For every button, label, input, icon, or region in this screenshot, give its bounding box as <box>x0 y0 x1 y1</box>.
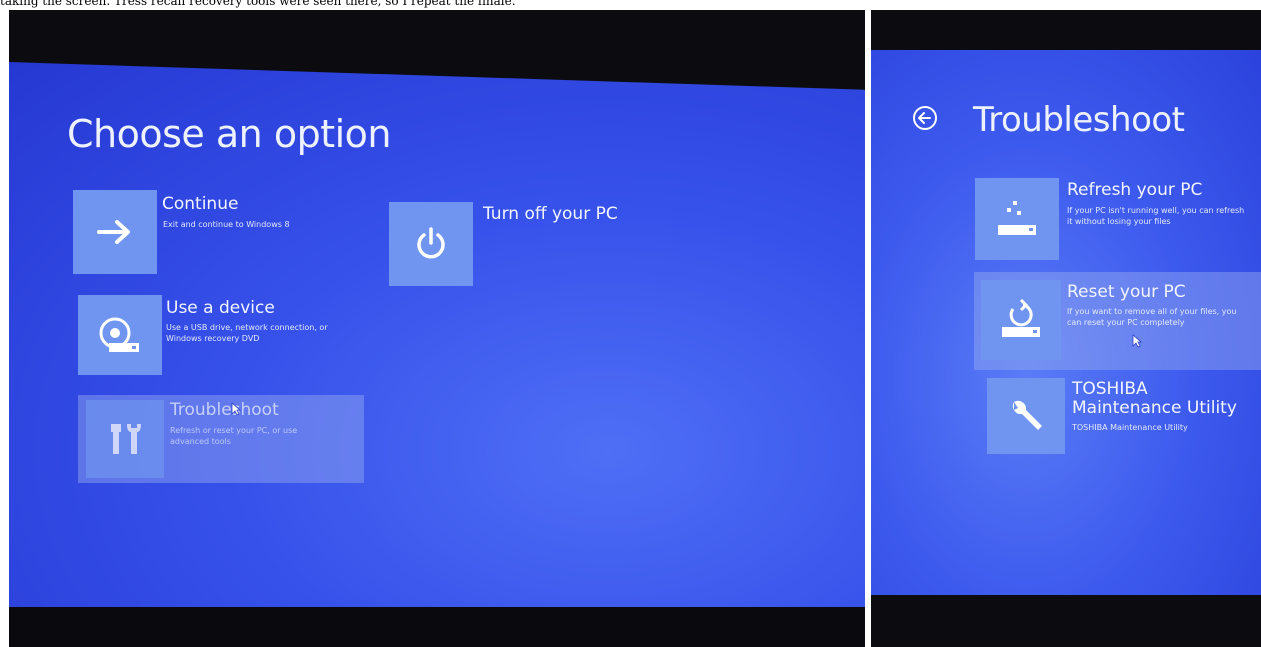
monitor-bezel <box>9 607 865 647</box>
right-photo: Troubleshoot Refresh your PC If your PC … <box>871 10 1261 647</box>
mouse-cursor-icon <box>1132 334 1142 348</box>
back-arrow-icon[interactable] <box>911 104 939 132</box>
option-continue-label: Continue <box>162 194 239 214</box>
troubleshoot-screen: Troubleshoot Refresh your PC If your PC … <box>871 50 1261 595</box>
option-use-device-description: Use a USB drive, network connection, or … <box>166 323 328 343</box>
reset-pc-icon <box>981 280 1061 360</box>
option-troubleshoot-description: Refresh or reset your PC, or use advance… <box>170 426 298 446</box>
option-refresh-pc-label: Refresh your PC <box>1067 180 1203 200</box>
option-troubleshoot-label: Troubleshoot <box>170 400 279 420</box>
arrow-right-icon <box>73 190 157 274</box>
page-title: Troubleshoot <box>973 100 1185 140</box>
power-icon <box>389 202 473 286</box>
mouse-cursor-icon <box>231 402 241 416</box>
choose-option-screen: Choose an option Continue Exit and conti… <box>9 62 865 617</box>
disc-drive-icon <box>78 295 162 375</box>
option-reset-pc-description: If you want to remove all of your files,… <box>1067 307 1237 327</box>
option-toshiba-label: TOSHIBA Maintenance Utility <box>1072 379 1237 418</box>
page-title: Choose an option <box>67 112 391 156</box>
option-use-device-label: Use a device <box>166 298 275 318</box>
option-turn-off-label: Turn off your PC <box>483 204 618 224</box>
refresh-pc-icon <box>975 178 1059 260</box>
option-continue-description: Exit and continue to Windows 8 <box>163 220 290 229</box>
left-photo: Choose an option Continue Exit and conti… <box>9 10 865 647</box>
tools-icon <box>86 400 164 478</box>
photo-caption: taking the screen. Tress recall recovery… <box>0 0 516 8</box>
option-toshiba-description: TOSHIBA Maintenance Utility <box>1072 423 1188 432</box>
option-reset-pc-label: Reset your PC <box>1067 282 1186 302</box>
wrench-icon <box>987 378 1065 454</box>
option-refresh-pc-description: If your PC isn't running well, you can r… <box>1067 206 1245 226</box>
